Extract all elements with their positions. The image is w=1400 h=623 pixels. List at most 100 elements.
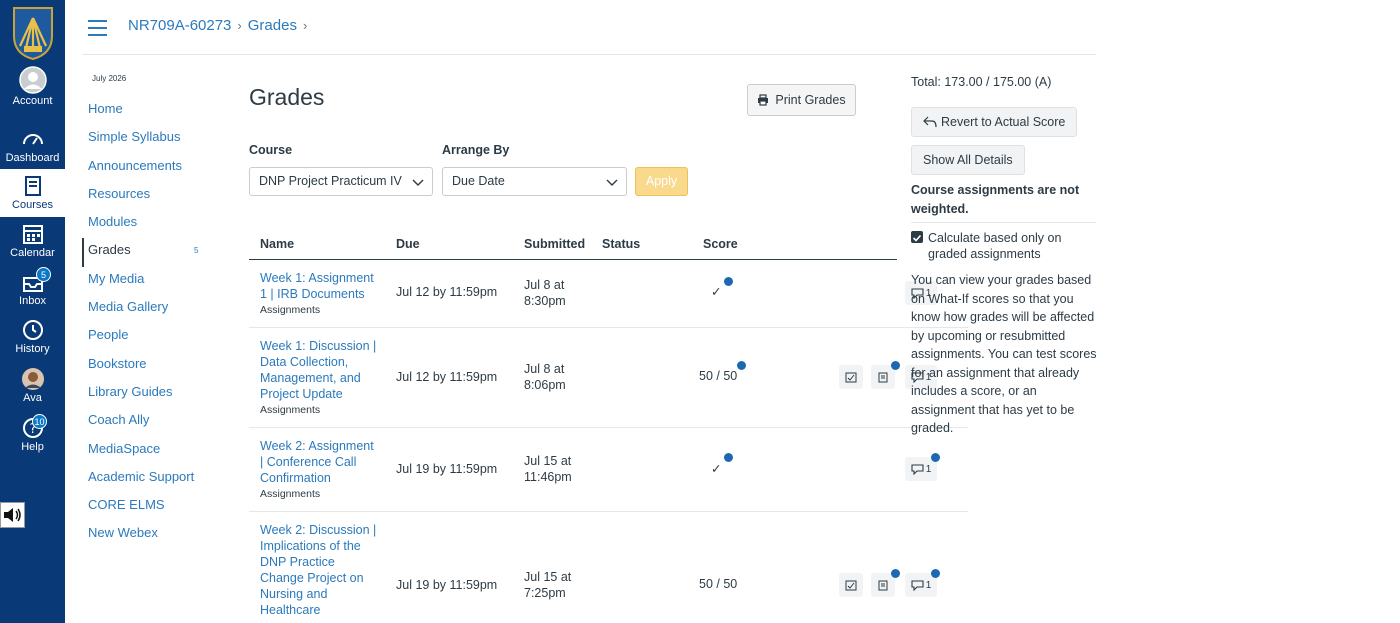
course-select-label: Course (249, 143, 293, 157)
breadcrumb-separator-icon: › (237, 18, 242, 33)
global-nav-calendar[interactable]: Calendar (0, 222, 65, 270)
rubric-icon (845, 580, 857, 591)
undo-icon (923, 116, 937, 128)
breadcrumb-course-link[interactable]: NR709A-60273 (128, 17, 231, 34)
global-nav-label: Dashboard (5, 152, 60, 164)
course-nav-grades[interactable]: Grades 5 (82, 238, 222, 267)
dashboard-icon (22, 134, 43, 145)
global-nav-account[interactable]: Account (0, 66, 65, 114)
comment-count: 1 (925, 579, 932, 591)
assignment-link[interactable]: Week 1: Discussion | Data Collection, Ma… (260, 339, 376, 401)
revert-score-button[interactable]: Revert to Actual Score (911, 107, 1078, 137)
course-nav-modules[interactable]: Modules (82, 210, 222, 238)
course-nav-resources[interactable]: Resources (82, 182, 222, 210)
table-row: Week 1: Discussion | Data Collection, Ma… (249, 328, 968, 428)
score-checkmark-icon[interactable]: ✓ (711, 284, 721, 299)
course-nav-mediaspace[interactable]: MediaSpace (82, 437, 222, 465)
what-if-description: You can view your grades based on What-I… (911, 273, 1097, 435)
school-logo-icon[interactable] (12, 6, 54, 60)
unread-indicator (724, 277, 733, 286)
due-date: Jul 12 by 11:59pm (396, 285, 498, 299)
global-nav-user[interactable]: Ava (0, 367, 65, 415)
global-nav-dashboard[interactable]: Dashboard (0, 127, 65, 175)
course-nav-coach-ally[interactable]: Coach Ally (82, 408, 222, 436)
course-nav: Home Simple Syllabus Announcements Resou… (82, 97, 222, 550)
score-value[interactable]: 50 / 50 (699, 369, 737, 383)
course-term: July 2026 (92, 74, 127, 83)
course-select-value: DNP Project Practicum IV (259, 174, 402, 188)
global-nav: Account Dashboard Courses Calendar Inbox… (0, 0, 65, 623)
help-badge: 10 (32, 414, 47, 429)
printer-icon (758, 94, 769, 106)
unread-indicator (931, 453, 940, 462)
course-nav-announcements[interactable]: Announcements (82, 154, 222, 182)
assignment-link[interactable]: Week 1: Assignment 1 | IRB Documents (260, 271, 374, 301)
column-header-status[interactable]: Status (602, 237, 640, 251)
calculate-graded-only-checkbox[interactable] (911, 231, 923, 243)
global-nav-help[interactable]: ? Help 10 (0, 414, 65, 464)
column-header-score[interactable]: Score (703, 237, 738, 251)
grades-count: 5 (194, 246, 199, 256)
score-value[interactable]: 50 / 50 (699, 577, 737, 591)
assignment-link[interactable]: Week 2: Discussion | Implications of the… (260, 523, 376, 617)
global-nav-history[interactable]: History (0, 318, 65, 366)
course-nav-my-media[interactable]: My Media (82, 267, 222, 295)
course-nav-academic-support[interactable]: Academic Support (82, 465, 222, 493)
show-all-details-button[interactable]: Show All Details (911, 145, 1025, 175)
print-grades-label: Print Grades (775, 93, 846, 107)
table-row: Week 2: Discussion | Implications of the… (249, 512, 968, 623)
course-menu-toggle[interactable] (88, 20, 107, 36)
arrange-by-select[interactable]: Due Date (442, 167, 627, 196)
revert-score-label: Revert to Actual Score (941, 115, 1066, 129)
account-avatar-icon (18, 66, 47, 94)
rubric-button[interactable] (839, 365, 863, 389)
global-nav-label: History (15, 343, 50, 355)
global-nav-label: Account (12, 95, 53, 107)
course-nav-people[interactable]: People (82, 323, 222, 351)
submitted-date: Jul 15 at 7:25pm (524, 570, 572, 600)
clipboard-icon (878, 372, 888, 383)
global-nav-inbox[interactable]: Inbox 5 (0, 267, 65, 318)
apply-button[interactable]: Apply (635, 167, 688, 196)
course-nav-simple-syllabus[interactable]: Simple Syllabus (82, 125, 222, 153)
course-nav-bookstore[interactable]: Bookstore (82, 352, 222, 380)
comment-icon (911, 463, 924, 475)
table-row: Week 1: Assignment 1 | IRB Documents Ass… (249, 260, 968, 328)
submitted-date: Jul 15 at 11:46pm (524, 454, 572, 484)
course-nav-library-guides[interactable]: Library Guides (82, 380, 222, 408)
breadcrumb: NR709A-60273 › Grades › (128, 17, 313, 34)
assignment-group: Assignments (260, 304, 321, 316)
clipboard-icon (878, 580, 888, 591)
inbox-unread-badge: 5 (36, 267, 51, 282)
submitted-date: Jul 8 at 8:06pm (524, 362, 566, 392)
weighting-note: Course assignments are not weighted. (911, 183, 1080, 216)
rubric-button[interactable] (839, 573, 863, 597)
unread-indicator (737, 361, 746, 370)
checkmark-icon (912, 234, 922, 242)
column-header-name[interactable]: Name (260, 237, 294, 251)
breadcrumb-grades-link[interactable]: Grades (248, 17, 297, 34)
column-header-submitted[interactable]: Submitted (524, 237, 585, 251)
global-nav-label: Inbox (19, 295, 46, 307)
course-nav-core-elms[interactable]: CORE ELMS (82, 493, 222, 521)
speaker-icon[interactable] (0, 502, 25, 528)
sidebar-divider (911, 222, 1096, 223)
rubric-icon (845, 372, 857, 383)
course-nav-home[interactable]: Home (82, 97, 222, 125)
calculate-graded-only-label[interactable]: Calculate based only on graded assignmen… (928, 230, 1078, 262)
course-nav-media-gallery[interactable]: Media Gallery (82, 295, 222, 323)
courses-icon (24, 176, 41, 196)
global-nav-courses[interactable]: Courses (0, 169, 65, 217)
print-grades-button[interactable]: Print Grades (747, 84, 856, 116)
course-nav-new-webex[interactable]: New Webex (82, 521, 222, 549)
unread-indicator (724, 453, 733, 462)
chevron-down-icon (606, 179, 618, 186)
column-header-due[interactable]: Due (396, 237, 420, 251)
user-avatar-icon (21, 368, 44, 390)
score-checkmark-icon[interactable]: ✓ (711, 461, 721, 476)
submitted-date: Jul 8 at 8:30pm (524, 278, 566, 308)
chevron-down-icon (412, 179, 424, 186)
assignment-group: Assignments (260, 404, 321, 416)
assignment-link[interactable]: Week 2: Assignment | Conference Call Con… (260, 439, 374, 485)
course-select[interactable]: DNP Project Practicum IV (249, 167, 433, 196)
